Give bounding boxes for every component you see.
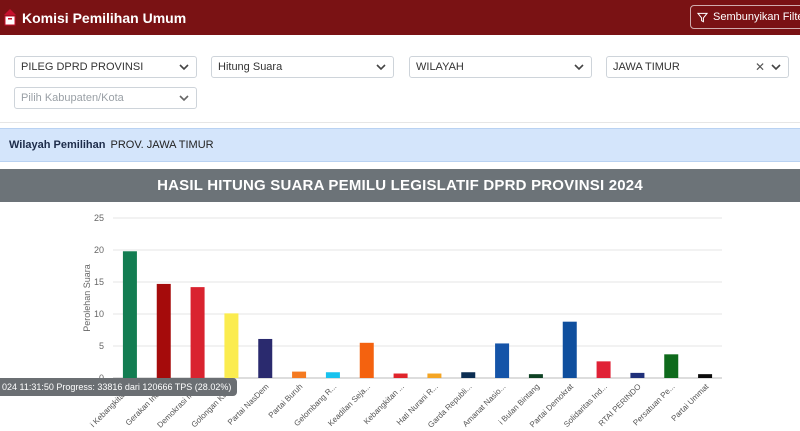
chevron-down-icon — [376, 64, 386, 71]
regency-placeholder: Pilih Kabupaten/Kota — [21, 92, 124, 104]
hide-filter-label: Sembunyikan Filter — [713, 11, 800, 23]
bar-chart-svg: 0510152025Perolehan Suarai Kebangkitan .… — [82, 213, 722, 430]
region-value: PROV. JAWA TIMUR — [110, 139, 214, 151]
election-type-value: PILEG DPRD PROVINSI — [21, 61, 144, 73]
count-mode-select[interactable]: Hitung Suara — [211, 56, 394, 78]
y-axis-label: Perolehan Suara — [82, 264, 92, 332]
bar — [562, 321, 577, 378]
bar — [190, 287, 205, 378]
progress-tooltip: 024 11:31:50 Progress: 33816 dari 120666… — [0, 378, 238, 396]
hide-filter-button[interactable]: Sembunyikan Filter — [690, 5, 800, 29]
close-icon[interactable]: ✕ — [755, 60, 765, 74]
election-type-select[interactable]: PILEG DPRD PROVINSI — [14, 56, 197, 78]
kpu-logo-icon — [4, 8, 16, 25]
y-tick-label: 15 — [94, 277, 104, 287]
bar — [698, 374, 713, 378]
filter-panel: PILEG DPRD PROVINSI Hitung Suara WILAYAH… — [0, 35, 800, 123]
bar — [427, 373, 442, 378]
bar — [393, 373, 408, 378]
bar — [461, 372, 476, 378]
bar — [156, 283, 171, 378]
y-tick-label: 10 — [94, 309, 104, 319]
vote-chart: 0510152025Perolehan Suarai Kebangkitan .… — [0, 202, 800, 431]
count-mode-value: Hitung Suara — [218, 61, 283, 73]
region-label: Wilayah Pemilihan — [9, 139, 106, 151]
province-value: JAWA TIMUR — [613, 61, 680, 73]
bar — [122, 251, 137, 378]
chevron-down-icon — [179, 95, 189, 102]
bar — [596, 361, 611, 378]
chart-title: HASIL HITUNG SUARA PEMILU LEGISLATIF DPR… — [0, 169, 800, 202]
bar — [664, 354, 679, 378]
bar — [292, 371, 307, 378]
top-bar: Komisi Pemilihan Umum Sembunyikan Filter — [0, 0, 800, 35]
province-select[interactable]: JAWA TIMUR ✕ — [606, 56, 789, 78]
region-level-select[interactable]: WILAYAH — [409, 56, 592, 78]
app-title: Komisi Pemilihan Umum — [22, 9, 187, 26]
chevron-down-icon — [179, 64, 189, 71]
y-tick-label: 5 — [99, 341, 104, 351]
regency-select[interactable]: Pilih Kabupaten/Kota — [14, 87, 197, 109]
chevron-down-icon — [771, 64, 781, 71]
bar — [630, 372, 645, 378]
y-tick-label: 25 — [94, 213, 104, 223]
chevron-down-icon — [574, 64, 584, 71]
bar — [528, 374, 543, 378]
bar — [359, 342, 374, 378]
region-info-bar: Wilayah Pemilihan PROV. JAWA TIMUR — [0, 128, 800, 162]
region-level-value: WILAYAH — [416, 61, 464, 73]
bar — [325, 372, 340, 378]
bar — [495, 343, 510, 378]
filter-icon — [697, 12, 708, 22]
bar — [258, 338, 273, 378]
bar — [224, 313, 239, 378]
y-tick-label: 20 — [94, 245, 104, 255]
